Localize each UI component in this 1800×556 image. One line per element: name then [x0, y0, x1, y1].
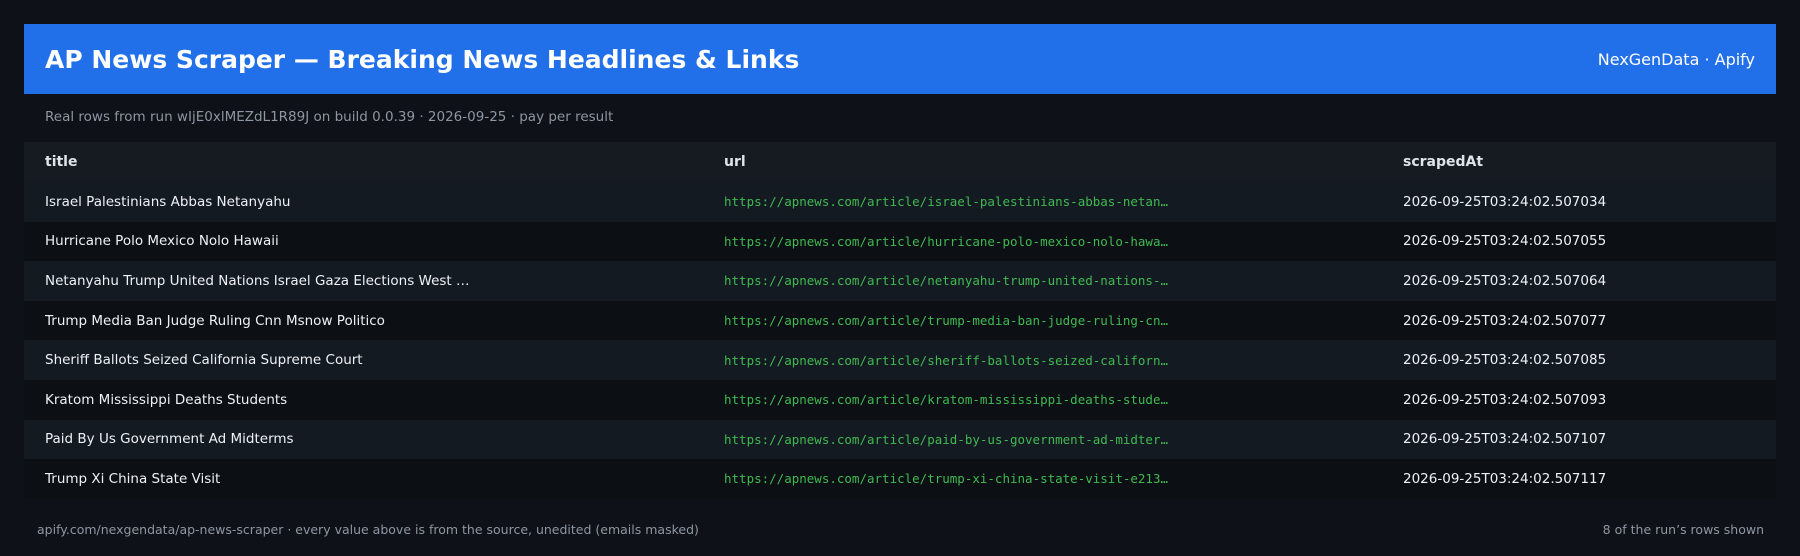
cell-url-link[interactable]: https://apnews.com/article/israel-palest…	[703, 194, 1382, 209]
cell-url-link[interactable]: https://apnews.com/article/trump-media-b…	[703, 313, 1382, 328]
cell-scraped-at: 2026-09-25T03:24:02.507064	[1403, 272, 1607, 289]
footer-source: apify.com/nexgendata/ap-news-scraper · e…	[37, 522, 699, 537]
cell-url-link[interactable]: https://apnews.com/article/kratom-missis…	[703, 392, 1382, 407]
cell-scraped-at: 2026-09-25T03:24:02.507093	[1403, 391, 1607, 408]
cell-title: Trump Xi China State Visit	[45, 470, 221, 487]
table-row: Kratom Mississippi Deaths Students https…	[24, 379, 1776, 420]
page-title: AP News Scraper — Breaking News Headline…	[45, 44, 800, 74]
table-row: Israel Palestinians Abbas Netanyahu http…	[24, 182, 1776, 222]
cell-scraped-at: 2026-09-25T03:24:02.507117	[1403, 470, 1607, 487]
cell-title: Israel Palestinians Abbas Netanyahu	[45, 193, 291, 210]
cell-scraped-at: 2026-09-25T03:24:02.507107	[1403, 431, 1607, 448]
table-row: Netanyahu Trump United Nations Israel Ga…	[24, 261, 1776, 301]
column-header-scraped-at: scrapedAt	[1403, 154, 1484, 170]
cell-url-link[interactable]: https://apnews.com/article/paid-by-us-go…	[703, 432, 1382, 447]
cell-title: Netanyahu Trump United Nations Israel Ga…	[45, 272, 470, 289]
cell-url-link[interactable]: https://apnews.com/article/netanyahu-tru…	[703, 273, 1382, 288]
cell-url-link[interactable]: https://apnews.com/article/trump-xi-chin…	[703, 471, 1382, 486]
column-header-url: url	[724, 154, 746, 170]
page-header: AP News Scraper — Breaking News Headline…	[24, 24, 1776, 94]
brand-label: NexGenData · Apify	[1597, 49, 1755, 69]
cell-scraped-at: 2026-09-25T03:24:02.507055	[1403, 233, 1607, 250]
results-table: title url scrapedAt Israel Palestinians …	[24, 142, 1776, 499]
table-row: Hurricane Polo Mexico Nolo Hawaii https:…	[24, 221, 1776, 262]
table-header-row: title url scrapedAt	[24, 142, 1776, 182]
table-row: Trump Media Ban Judge Ruling Cnn Msnow P…	[24, 300, 1776, 341]
table-row: Trump Xi China State Visit https://apnew…	[24, 459, 1776, 499]
cell-scraped-at: 2026-09-25T03:24:02.507085	[1403, 352, 1607, 369]
cell-title: Paid By Us Government Ad Midterms	[45, 431, 294, 448]
table-row: Paid By Us Government Ad Midterms https:…	[24, 419, 1776, 460]
cell-title: Hurricane Polo Mexico Nolo Hawaii	[45, 233, 279, 250]
cell-title: Trump Media Ban Judge Ruling Cnn Msnow P…	[45, 312, 385, 329]
cell-url-link[interactable]: https://apnews.com/article/hurricane-pol…	[703, 234, 1382, 249]
table-row: Sheriff Ballots Seized California Suprem…	[24, 340, 1776, 380]
cell-title: Sheriff Ballots Seized California Suprem…	[45, 352, 363, 369]
cell-title: Kratom Mississippi Deaths Students	[45, 391, 288, 408]
cell-url-link[interactable]: https://apnews.com/article/sheriff-ballo…	[703, 353, 1382, 368]
cell-scraped-at: 2026-09-25T03:24:02.507077	[1403, 312, 1607, 329]
column-header-title: title	[45, 154, 78, 170]
run-info-subtitle: Real rows from run wIjE0xlMEZdL1R89J on …	[45, 109, 614, 125]
footer-row-count: 8 of the run’s rows shown	[1602, 522, 1764, 537]
cell-scraped-at: 2026-09-25T03:24:02.507034	[1403, 193, 1607, 210]
